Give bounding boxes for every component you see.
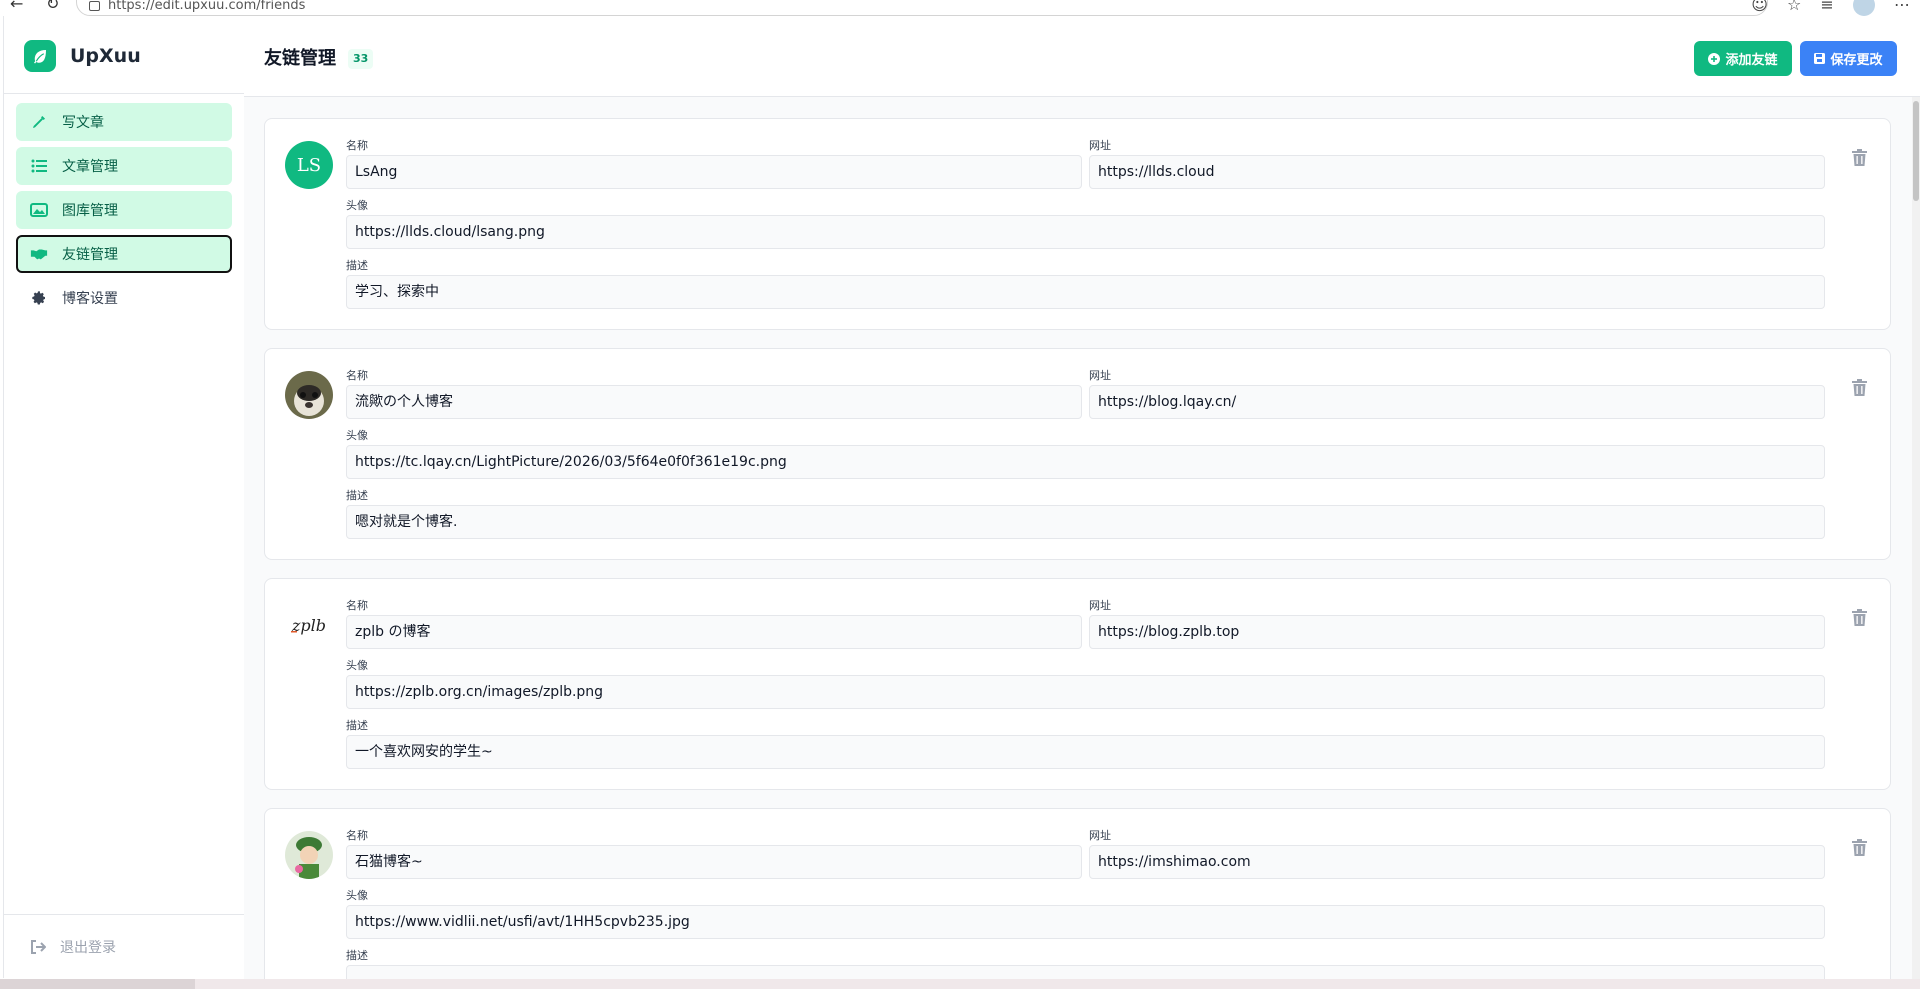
friend-card: 名称 石猫博客~ 网址 https://imshimao.com 头像 http… — [264, 808, 1891, 979]
image-icon — [30, 201, 48, 219]
avatar-url-field[interactable]: https://tc.lqay.cn/LightPicture/2026/03/… — [346, 445, 1825, 479]
add-friend-label: 添加友链 — [1725, 53, 1778, 68]
url-label: 网址 — [1089, 829, 1111, 842]
sidebar: UpXuu 写文章 文章管理 图库管理 友链管理 博客设置 退出登录 — [3, 16, 245, 978]
name-label: 名称 — [346, 829, 368, 842]
handshake-icon — [30, 245, 48, 263]
friend-avatar-logo: zplb — [285, 601, 333, 649]
friend-avatar-image — [285, 831, 333, 879]
brand: UpXuu — [4, 16, 244, 94]
friend-card: 名称 流歟の个人博客 网址 https://blog.lqay.cn/ 头像 h… — [264, 348, 1891, 560]
scrollbar-thumb[interactable] — [1913, 101, 1919, 201]
sign-out-icon — [30, 939, 46, 954]
name-field[interactable]: LsAng — [346, 155, 1082, 189]
url-field[interactable]: https://blog.zplb.top — [1089, 615, 1825, 649]
delete-icon[interactable] — [1852, 609, 1870, 629]
logout-label: 退出登录 — [60, 939, 116, 956]
logout-button[interactable]: 退出登录 — [4, 914, 244, 978]
gear-icon — [30, 289, 48, 307]
name-field[interactable]: zplb の博客 — [346, 615, 1082, 649]
sidebar-item-settings[interactable]: 博客设置 — [16, 279, 232, 317]
avatar-label: 头像 — [346, 659, 368, 672]
browser-actions: ☺ ☆ ≡ ⋯ — [1737, 0, 1910, 16]
favorites-icon[interactable]: ≡ — [1820, 0, 1833, 14]
star-icon[interactable]: ☆ — [1787, 0, 1801, 14]
sidebar-item-gallery[interactable]: 图库管理 — [16, 191, 232, 229]
description-field[interactable] — [346, 965, 1825, 979]
count-badge: 33 — [348, 49, 374, 69]
desc-label: 描述 — [346, 259, 368, 272]
name-label: 名称 — [346, 139, 368, 152]
description-field[interactable]: 学习、探索中 — [346, 275, 1825, 309]
friend-card: zplb 名称 zplb の博客 网址 https://blog.zplb.to… — [264, 578, 1891, 790]
friend-avatar: LS — [285, 141, 333, 189]
save-label: 保存更改 — [1830, 53, 1883, 68]
page-header: 友链管理 33 添加友链 保存更改 — [244, 16, 1920, 97]
save-button[interactable]: 保存更改 — [1800, 41, 1897, 76]
url-field[interactable]: https://blog.lqay.cn/ — [1089, 385, 1825, 419]
name-label: 名称 — [346, 599, 368, 612]
avatar-label: 头像 — [346, 889, 368, 902]
leaf-logo-icon — [24, 40, 56, 72]
scrollbar[interactable] — [1912, 97, 1920, 979]
avatar-url-field[interactable]: https://www.vidlii.net/usfi/avt/1HH5cpvb… — [346, 905, 1825, 939]
url-label: 网址 — [1089, 139, 1111, 152]
friend-card: LS 名称 LsAng 网址 https://llds.cloud 头像 htt… — [264, 118, 1891, 330]
taskbar-strip — [0, 979, 1920, 989]
save-icon — [1814, 53, 1826, 64]
reader-icon[interactable]: ☺ — [1751, 0, 1768, 14]
avatar-url-field[interactable]: https://zplb.org.cn/images/zplb.png — [346, 675, 1825, 709]
delete-icon[interactable] — [1852, 839, 1870, 859]
name-label: 名称 — [346, 369, 368, 382]
page-title: 友链管理 — [264, 48, 336, 69]
profile-avatar[interactable] — [1852, 0, 1875, 16]
url-field[interactable]: https://llds.cloud — [1089, 155, 1825, 189]
sidebar-item-label: 写文章 — [62, 115, 104, 131]
delete-icon[interactable] — [1852, 149, 1870, 169]
desc-label: 描述 — [346, 949, 368, 962]
desc-label: 描述 — [346, 719, 368, 732]
name-field[interactable]: 流歟の个人博客 — [346, 385, 1082, 419]
add-friend-button[interactable]: 添加友链 — [1694, 41, 1792, 76]
address-url[interactable]: https://edit.upxuu.com/friends — [108, 0, 305, 13]
delete-icon[interactable] — [1852, 379, 1870, 399]
sidebar-item-write[interactable]: 写文章 — [16, 103, 232, 141]
back-icon[interactable]: ← — [10, 0, 23, 13]
friend-avatar-image — [285, 371, 333, 419]
browser-toolbar: ← ↻ https://edit.upxuu.com/friends ☺ ☆ ≡… — [0, 0, 1920, 16]
more-icon[interactable]: ⋯ — [1894, 0, 1910, 14]
url-field[interactable]: https://imshimao.com — [1089, 845, 1825, 879]
reload-icon[interactable]: ↻ — [46, 0, 59, 13]
lock-icon — [89, 1, 100, 11]
desc-label: 描述 — [346, 489, 368, 502]
url-label: 网址 — [1089, 599, 1111, 612]
sidebar-item-label: 博客设置 — [62, 291, 118, 307]
sidebar-item-label: 图库管理 — [62, 203, 118, 219]
avatar-url-field[interactable]: https://llds.cloud/lsang.png — [346, 215, 1825, 249]
sidebar-item-label: 友链管理 — [62, 247, 118, 263]
brand-name: UpXuu — [70, 45, 141, 67]
sidebar-nav: 写文章 文章管理 图库管理 友链管理 博客设置 — [4, 94, 244, 317]
address-bar[interactable]: https://edit.upxuu.com/friends — [76, 0, 1768, 16]
description-field[interactable]: 一个喜欢网安的学生~ — [346, 735, 1825, 769]
plus-circle-icon — [1708, 52, 1721, 65]
taskbar-segment — [0, 979, 195, 989]
sidebar-item-posts[interactable]: 文章管理 — [16, 147, 232, 185]
friends-list[interactable]: LS 名称 LsAng 网址 https://llds.cloud 头像 htt… — [244, 97, 1912, 979]
pen-icon — [30, 113, 48, 131]
avatar-label: 头像 — [346, 199, 368, 212]
name-field[interactable]: 石猫博客~ — [346, 845, 1082, 879]
sidebar-item-friends[interactable]: 友链管理 — [16, 235, 232, 273]
list-icon — [30, 157, 48, 175]
avatar-label: 头像 — [346, 429, 368, 442]
sidebar-item-label: 文章管理 — [62, 159, 118, 175]
url-label: 网址 — [1089, 369, 1111, 382]
description-field[interactable]: 嗯对就是个博客. — [346, 505, 1825, 539]
